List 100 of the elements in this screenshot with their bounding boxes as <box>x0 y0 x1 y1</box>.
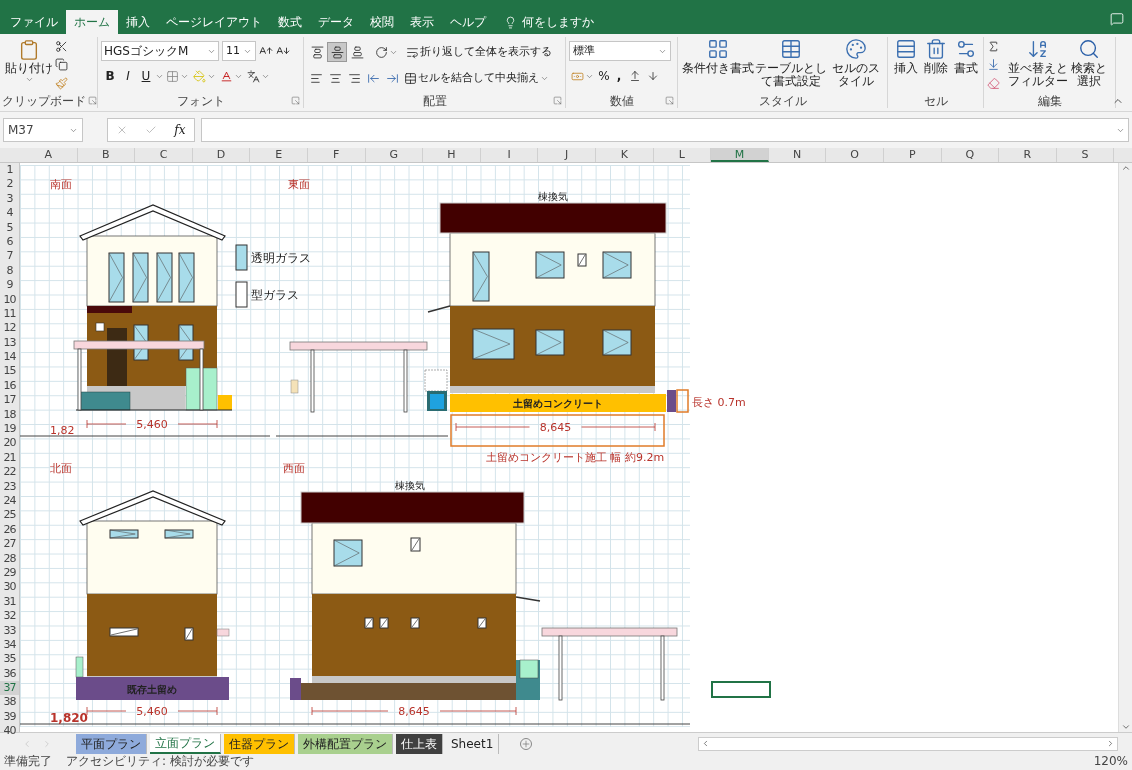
row-header[interactable]: 15 <box>0 364 19 379</box>
row-header[interactable]: 25 <box>0 508 19 523</box>
column-header[interactable]: K <box>595 148 654 162</box>
font-style-button[interactable]: B <box>101 66 119 86</box>
row-header[interactable]: 33 <box>0 623 19 638</box>
column-header[interactable]: E <box>250 148 308 162</box>
row-header[interactable]: 30 <box>0 580 19 595</box>
column-header[interactable]: S <box>1056 148 1115 162</box>
paste-button[interactable]: 貼り付け <box>3 37 55 93</box>
row-header[interactable]: 34 <box>0 637 19 653</box>
sort-filter-button[interactable]: 並べ替えとフィルター <box>1007 37 1069 93</box>
column-header[interactable]: P <box>883 148 942 162</box>
cell-button[interactable]: 削除 <box>921 37 951 93</box>
ribbon-tab[interactable]: ファイル <box>2 10 66 34</box>
sheet-tab[interactable]: 仕上表 <box>396 733 443 754</box>
column-header[interactable]: C <box>135 148 193 162</box>
ribbon-tab[interactable]: データ <box>310 10 362 34</box>
wrap-text-button[interactable]: 折り返して全体を表示する <box>404 41 554 63</box>
column-header[interactable]: J <box>538 148 596 162</box>
row-header[interactable]: 7 <box>0 249 19 264</box>
row-header[interactable]: 14 <box>0 350 19 365</box>
row-header[interactable]: 23 <box>0 479 19 494</box>
zoom-level[interactable]: 120% <box>1093 754 1128 769</box>
ribbon-tab[interactable]: 挿入 <box>118 10 158 34</box>
row-header[interactable]: 36 <box>0 666 19 682</box>
sheet-tab[interactable]: 外構配置プラン <box>298 733 393 754</box>
font-size-select[interactable]: 11 <box>222 41 256 61</box>
ribbon-tab[interactable]: 校閲 <box>362 10 402 34</box>
row-header[interactable]: 22 <box>0 465 19 480</box>
style-button[interactable]: 条件付き書式 <box>681 37 754 93</box>
row-header[interactable]: 3 <box>0 191 19 207</box>
ribbon-tab[interactable]: 表示 <box>402 10 442 34</box>
row-header[interactable]: 17 <box>0 393 19 408</box>
row-header[interactable]: 37 <box>0 681 19 696</box>
cell-button[interactable]: 書式 <box>951 37 980 93</box>
column-header[interactable]: D <box>192 148 251 162</box>
column-header[interactable]: O <box>826 148 884 162</box>
tell-me-field[interactable]: 何をしますか <box>494 10 604 34</box>
row-header[interactable]: 6 <box>0 234 19 250</box>
sheet-tab[interactable]: 平面プラン <box>76 733 147 754</box>
row-header[interactable]: 35 <box>0 652 19 667</box>
column-header[interactable]: R <box>999 148 1057 162</box>
column-header[interactable]: N <box>768 148 827 162</box>
column-header[interactable]: Q <box>941 148 1000 162</box>
font-style-button[interactable]: I <box>119 66 137 86</box>
row-header[interactable]: 19 <box>0 422 19 437</box>
ribbon-tab[interactable]: ヘルプ <box>442 10 494 34</box>
name-box[interactable]: M37 <box>3 118 83 142</box>
column-header[interactable]: F <box>307 148 366 162</box>
row-header[interactable]: 13 <box>0 335 19 351</box>
accessibility-status[interactable]: アクセシビリティ: 検討が必要です <box>66 754 254 769</box>
row-header[interactable]: 2 <box>0 177 19 192</box>
ribbon-tab[interactable]: ページレイアウト <box>158 10 270 34</box>
row-header[interactable]: 39 <box>0 709 19 725</box>
row-header[interactable]: 20 <box>0 436 19 451</box>
row-header[interactable]: 24 <box>0 494 19 509</box>
ribbon-tab[interactable]: 数式 <box>270 10 310 34</box>
insert-function-button[interactable]: fx <box>174 121 186 139</box>
horizontal-scrollbar[interactable] <box>698 736 1118 751</box>
row-header[interactable]: 28 <box>0 551 19 566</box>
number-format-select[interactable]: 標準 <box>569 41 671 61</box>
font-name-select[interactable]: HGSゴシックM <box>101 41 219 61</box>
vertical-scrollbar[interactable] <box>1118 163 1132 732</box>
selected-cell[interactable] <box>711 681 771 698</box>
row-header[interactable]: 26 <box>0 522 19 538</box>
row-header[interactable]: 9 <box>0 278 19 293</box>
row-header[interactable]: 8 <box>0 263 19 279</box>
row-header[interactable]: 29 <box>0 565 19 581</box>
row-header[interactable]: 21 <box>0 450 19 466</box>
column-header[interactable]: M <box>711 148 769 162</box>
row-header[interactable]: 18 <box>0 407 19 423</box>
column-header[interactable]: I <box>480 148 539 162</box>
row-header[interactable]: 27 <box>0 537 19 552</box>
row-header[interactable]: 10 <box>0 292 19 307</box>
row-header[interactable]: 40 <box>0 724 19 739</box>
row-header[interactable]: 5 <box>0 220 19 235</box>
row-header[interactable]: 11 <box>0 306 19 322</box>
row-header[interactable]: 32 <box>0 609 19 624</box>
column-header[interactable]: G <box>365 148 424 162</box>
percent-button[interactable]: % <box>596 67 612 85</box>
ribbon-tab[interactable]: ホーム <box>66 10 118 34</box>
merge-center-button[interactable]: セルを結合して中央揃え <box>402 67 551 89</box>
comma-button[interactable]: , <box>612 67 626 85</box>
vertical-align-button[interactable] <box>327 42 347 62</box>
column-header[interactable]: H <box>423 148 481 162</box>
style-button[interactable]: テーブルとして書式設定 <box>754 37 827 93</box>
column-header[interactable]: B <box>77 148 136 162</box>
style-button[interactable]: セルのスタイル <box>827 37 884 93</box>
row-header[interactable]: 16 <box>0 378 19 394</box>
row-header[interactable]: 38 <box>0 695 19 710</box>
font-style-button[interactable]: U <box>137 66 155 86</box>
row-header[interactable]: 12 <box>0 321 19 336</box>
row-header[interactable]: 1 <box>0 163 19 178</box>
column-header[interactable]: A <box>20 148 78 162</box>
find-select-button[interactable]: 検索と選択 <box>1069 37 1109 93</box>
cell-button[interactable]: 挿入 <box>891 37 921 93</box>
row-header[interactable]: 4 <box>0 206 19 221</box>
row-header[interactable]: 31 <box>0 594 19 610</box>
sheet-tab[interactable]: 住器プラン <box>224 733 295 754</box>
formula-input[interactable] <box>201 118 1129 142</box>
